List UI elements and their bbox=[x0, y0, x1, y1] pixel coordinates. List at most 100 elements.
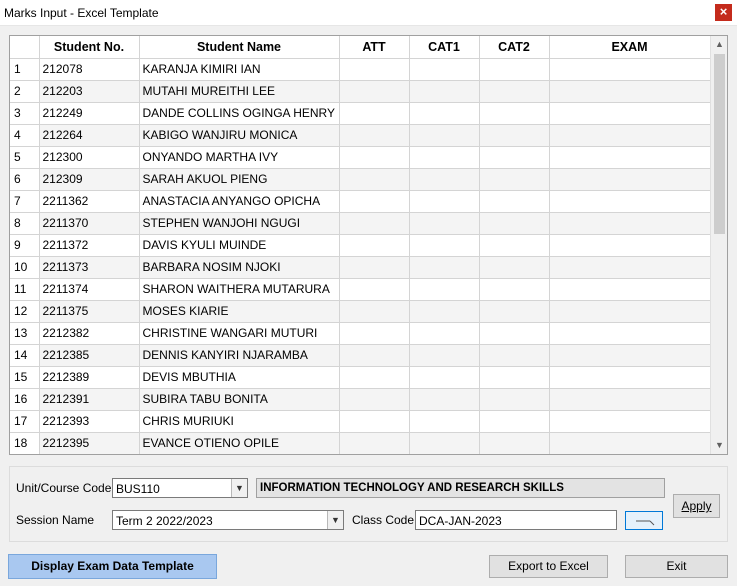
exam-cell[interactable] bbox=[549, 146, 711, 169]
student-name-cell[interactable]: CHRISTINE WANGARI MUTURI bbox=[139, 322, 340, 345]
cat1-cell[interactable] bbox=[409, 212, 480, 235]
student-no-cell[interactable]: 212300 bbox=[39, 146, 140, 169]
att-cell[interactable] bbox=[339, 190, 410, 213]
exam-cell[interactable] bbox=[549, 344, 711, 367]
student-name-cell[interactable]: DAVIS KYULI MUINDE bbox=[139, 234, 340, 257]
att-cell[interactable] bbox=[339, 234, 410, 257]
exam-cell[interactable] bbox=[549, 212, 711, 235]
att-cell[interactable] bbox=[339, 80, 410, 103]
att-cell[interactable] bbox=[339, 124, 410, 147]
class-search-button[interactable] bbox=[625, 511, 663, 530]
student-no-cell[interactable]: 2211372 bbox=[39, 234, 140, 257]
table-row[interactable]: 1 212078 KARANJA KIMIRI IAN bbox=[10, 58, 711, 81]
student-no-cell[interactable]: 2211373 bbox=[39, 256, 140, 279]
cat2-cell[interactable] bbox=[479, 168, 550, 191]
cat1-cell[interactable] bbox=[409, 388, 480, 411]
cat1-cell[interactable] bbox=[409, 300, 480, 323]
table-row[interactable]: 3 212249 DANDE COLLINS OGINGA HENRY bbox=[10, 102, 711, 125]
att-cell[interactable] bbox=[339, 102, 410, 125]
att-cell[interactable] bbox=[339, 432, 410, 454]
student-no-cell[interactable]: 2211370 bbox=[39, 212, 140, 235]
exam-cell[interactable] bbox=[549, 322, 711, 345]
chevron-down-icon[interactable]: ▼ bbox=[327, 511, 343, 529]
student-no-cell[interactable]: 212249 bbox=[39, 102, 140, 125]
exam-cell[interactable] bbox=[549, 80, 711, 103]
student-no-cell[interactable]: 212264 bbox=[39, 124, 140, 147]
cat1-cell[interactable] bbox=[409, 278, 480, 301]
att-cell[interactable] bbox=[339, 168, 410, 191]
cat2-cell[interactable] bbox=[479, 190, 550, 213]
cat2-cell[interactable] bbox=[479, 212, 550, 235]
table-row[interactable]: 8 2211370 STEPHEN WANJOHI NGUGI bbox=[10, 212, 711, 235]
exam-cell[interactable] bbox=[549, 432, 711, 454]
exit-button[interactable]: Exit bbox=[625, 555, 728, 578]
cat2-cell[interactable] bbox=[479, 256, 550, 279]
table-row[interactable]: 16 2212391 SUBIRA TABU BONITA bbox=[10, 388, 711, 411]
table-row[interactable]: 18 2212395 EVANCE OTIENO OPILE bbox=[10, 432, 711, 454]
student-name-cell[interactable]: SUBIRA TABU BONITA bbox=[139, 388, 340, 411]
cat1-cell[interactable] bbox=[409, 366, 480, 389]
exam-cell[interactable] bbox=[549, 102, 711, 125]
student-no-cell[interactable]: 2212385 bbox=[39, 344, 140, 367]
cat1-cell[interactable] bbox=[409, 80, 480, 103]
cat1-cell[interactable] bbox=[409, 322, 480, 345]
student-no-cell[interactable]: 2211375 bbox=[39, 300, 140, 323]
cat1-cell[interactable] bbox=[409, 344, 480, 367]
table-row[interactable]: 14 2212385 DENNIS KANYIRI NJARAMBA bbox=[10, 344, 711, 367]
table-row[interactable]: 13 2212382 CHRISTINE WANGARI MUTURI bbox=[10, 322, 711, 345]
student-name-cell[interactable]: DEVIS MBUTHIA bbox=[139, 366, 340, 389]
att-cell[interactable] bbox=[339, 256, 410, 279]
student-name-cell[interactable]: DANDE COLLINS OGINGA HENRY bbox=[139, 102, 340, 125]
scroll-down-icon[interactable]: ▼ bbox=[711, 437, 727, 454]
cat1-cell[interactable] bbox=[409, 410, 480, 433]
cat2-cell[interactable] bbox=[479, 300, 550, 323]
att-cell[interactable] bbox=[339, 410, 410, 433]
student-name-cell[interactable]: KARANJA KIMIRI IAN bbox=[139, 58, 340, 81]
att-cell[interactable] bbox=[339, 322, 410, 345]
att-cell[interactable] bbox=[339, 212, 410, 235]
exam-cell[interactable] bbox=[549, 58, 711, 81]
student-no-cell[interactable]: 212078 bbox=[39, 58, 140, 81]
table-row[interactable]: 5 212300 ONYANDO MARTHA IVY bbox=[10, 146, 711, 169]
col-header-att[interactable]: ATT bbox=[339, 36, 410, 59]
cat1-cell[interactable] bbox=[409, 256, 480, 279]
att-cell[interactable] bbox=[339, 388, 410, 411]
cat2-cell[interactable] bbox=[479, 146, 550, 169]
exam-cell[interactable] bbox=[549, 124, 711, 147]
exam-cell[interactable] bbox=[549, 234, 711, 257]
unit-code-select[interactable]: BUS110 ▼ bbox=[112, 478, 248, 498]
scroll-up-icon[interactable]: ▲ bbox=[711, 36, 727, 53]
col-header-student-name[interactable]: Student Name bbox=[139, 36, 340, 59]
table-row[interactable]: 10 2211373 BARBARA NOSIM NJOKI bbox=[10, 256, 711, 279]
table-row[interactable]: 9 2211372 DAVIS KYULI MUINDE bbox=[10, 234, 711, 257]
att-cell[interactable] bbox=[339, 278, 410, 301]
cat1-cell[interactable] bbox=[409, 146, 480, 169]
student-no-cell[interactable]: 2211362 bbox=[39, 190, 140, 213]
col-header-student-no[interactable]: Student No. bbox=[39, 36, 140, 59]
marks-grid[interactable]: Student No. Student Name ATT CAT1 CAT2 E… bbox=[9, 35, 728, 455]
cat2-cell[interactable] bbox=[479, 80, 550, 103]
student-name-cell[interactable]: SARAH AKUOL PIENG bbox=[139, 168, 340, 191]
cat2-cell[interactable] bbox=[479, 278, 550, 301]
cat1-cell[interactable] bbox=[409, 234, 480, 257]
cat1-cell[interactable] bbox=[409, 124, 480, 147]
cat1-cell[interactable] bbox=[409, 432, 480, 454]
scroll-thumb[interactable] bbox=[714, 54, 725, 234]
student-no-cell[interactable]: 2212389 bbox=[39, 366, 140, 389]
cat2-cell[interactable] bbox=[479, 124, 550, 147]
att-cell[interactable] bbox=[339, 58, 410, 81]
exam-cell[interactable] bbox=[549, 190, 711, 213]
student-name-cell[interactable]: MOSES KIARIE bbox=[139, 300, 340, 323]
class-code-input[interactable]: DCA-JAN-2023 bbox=[415, 510, 617, 530]
cat2-cell[interactable] bbox=[479, 102, 550, 125]
cat2-cell[interactable] bbox=[479, 410, 550, 433]
student-no-cell[interactable]: 2211374 bbox=[39, 278, 140, 301]
cat2-cell[interactable] bbox=[479, 234, 550, 257]
exam-cell[interactable] bbox=[549, 366, 711, 389]
exam-cell[interactable] bbox=[549, 300, 711, 323]
cat2-cell[interactable] bbox=[479, 366, 550, 389]
table-row[interactable]: 15 2212389 DEVIS MBUTHIA bbox=[10, 366, 711, 389]
col-header-cat1[interactable]: CAT1 bbox=[409, 36, 480, 59]
student-name-cell[interactable]: CHRIS MURIUKI bbox=[139, 410, 340, 433]
att-cell[interactable] bbox=[339, 146, 410, 169]
